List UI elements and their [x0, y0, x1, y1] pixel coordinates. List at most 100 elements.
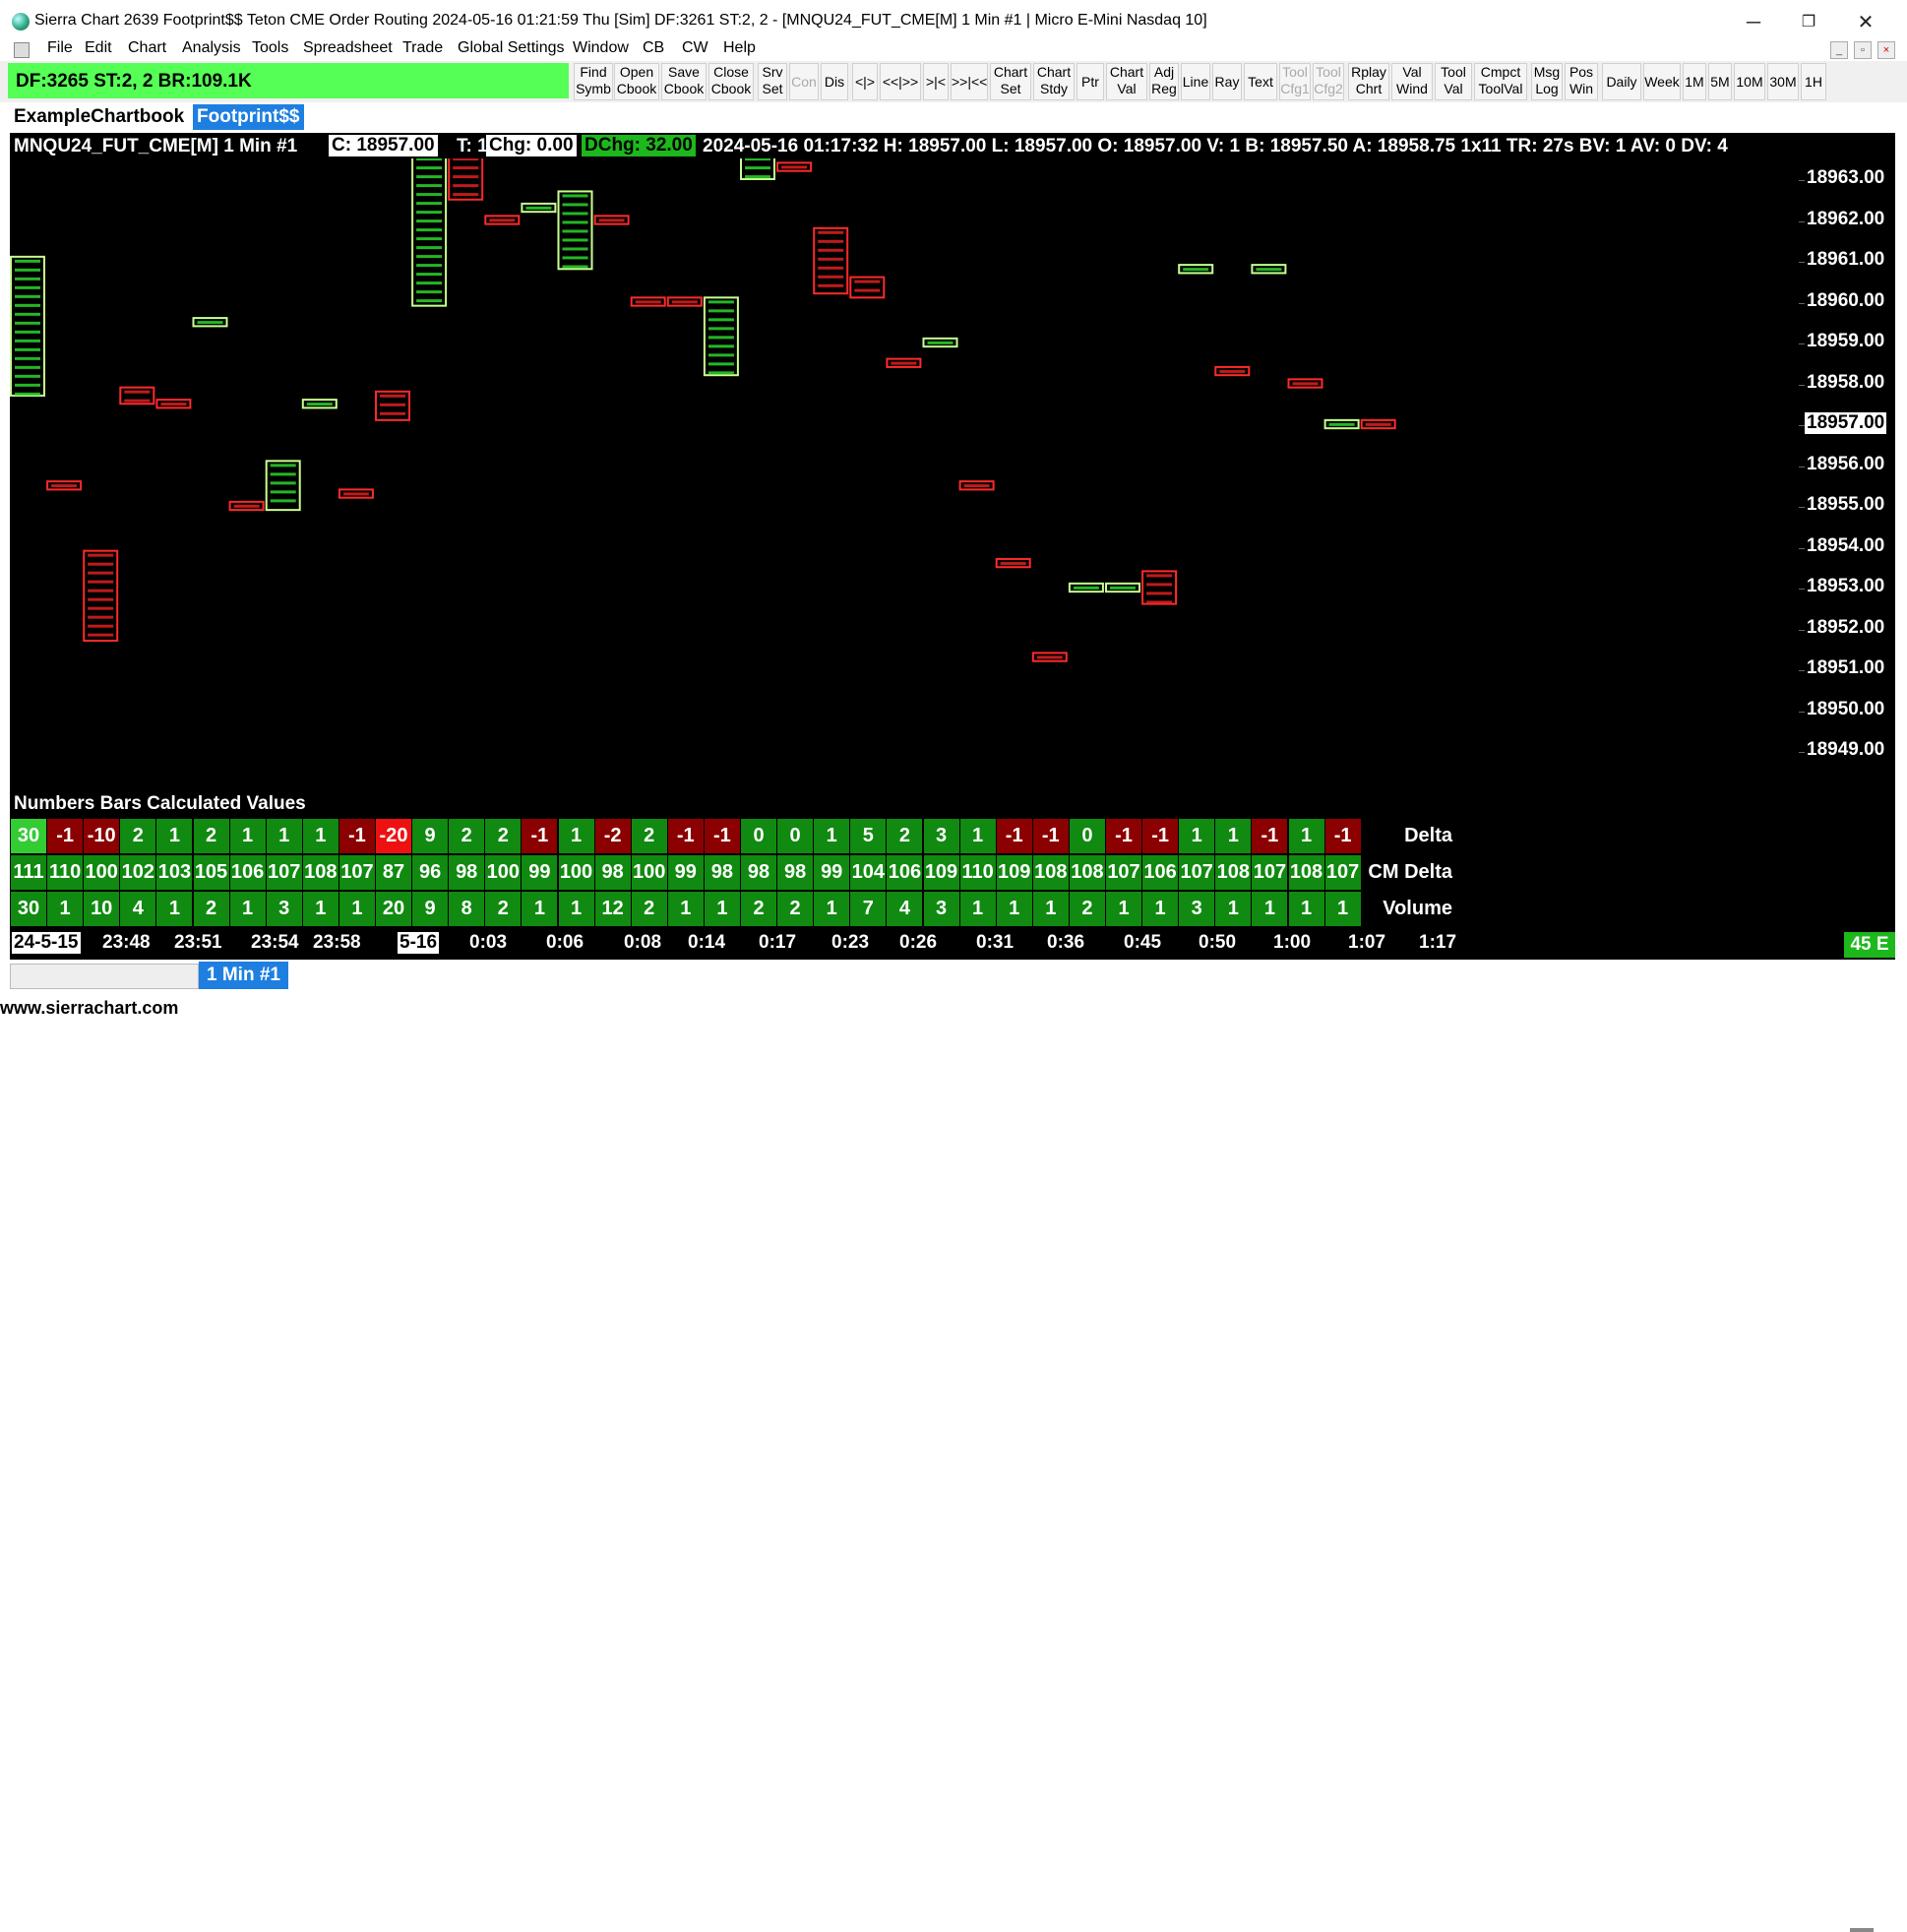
price-axis[interactable]: 18963.00 18962.00 18961.00 18960.00 18959.00… — [1799, 158, 1895, 828]
close-button[interactable]: ✕ — [1846, 8, 1885, 37]
numbers-bars-grid: 30 -1 -10 2 1 2 1 1 1 -1 -20 9 2 2 -1 1 -2 2 -1 -1 0 0 1 5 2 3 1 -1… — [10, 819, 1895, 926]
footprint-level-mark — [1146, 600, 1173, 604]
toolbar-pos-win-button[interactable]: Pos Win — [1565, 63, 1598, 100]
price-tick — [1799, 425, 1805, 426]
menu-tools[interactable]: Tools — [252, 39, 288, 57]
footprint-level-mark — [1146, 583, 1173, 587]
tab-examplechartbook[interactable]: ExampleChartbook — [10, 104, 189, 130]
mdi-close-icon[interactable]: × — [1877, 41, 1895, 59]
toolbar-daily-button[interactable]: Daily — [1602, 63, 1641, 100]
footprint-level-mark — [15, 321, 40, 325]
menu-cb[interactable]: CB — [643, 39, 664, 57]
toolbar-10m-button[interactable]: 10M — [1734, 63, 1765, 100]
footprint-level-mark — [306, 403, 333, 406]
time-label: 0:50 — [1199, 932, 1237, 953]
numbers-bars-cell-volume: 2 — [1069, 892, 1105, 926]
numbers-bars-cell-delta: -1 — [1032, 819, 1069, 853]
toolbar-ray-button[interactable]: Ray — [1212, 63, 1242, 100]
chartbook-tabs: ExampleChartbook Footprint$$ — [0, 102, 1907, 132]
toolbar-open-cbook-button[interactable]: Open Cbook — [614, 63, 659, 100]
menu-spreadsheet[interactable]: Spreadsheet — [303, 39, 393, 57]
numbers-bars-row-label: CM Delta — [1368, 861, 1452, 883]
toolbar--button[interactable]: >|< — [923, 63, 949, 100]
price-label: 18954.00 — [1807, 534, 1885, 556]
footprint-level-mark — [1183, 268, 1209, 272]
menu-global-settings[interactable]: Global Settings — [458, 39, 565, 57]
toolbar-dis-button[interactable]: Dis — [821, 63, 848, 100]
numbers-bars-cell-volume: 20 — [376, 892, 411, 926]
toolbar-chart-set-button[interactable]: Chart Set — [990, 63, 1031, 100]
chart-area[interactable]: MNQU24_FUT_CME[M] 1 Min #1 C: 18957.00 T… — [10, 133, 1895, 960]
mdi-restore-icon[interactable]: ▫ — [1854, 41, 1872, 59]
toolbar-5m-button[interactable]: 5M — [1708, 63, 1732, 100]
footprint-level-mark — [416, 219, 443, 223]
mdi-minimize-icon[interactable]: _ — [1830, 41, 1848, 59]
window-thumbnails[interactable] — [10, 964, 199, 989]
toolbar-tool-cfg1-button[interactable]: Tool Cfg1 — [1279, 63, 1311, 100]
menu-help[interactable]: Help — [723, 39, 756, 57]
footprint-level-mark — [15, 303, 40, 307]
toolbar-save-cbook-button[interactable]: Save Cbook — [661, 63, 707, 100]
toolbar-srv-set-button[interactable]: Srv Set — [758, 63, 787, 100]
toolbar-cmpct-toolval-button[interactable]: Cmpct ToolVal — [1474, 63, 1527, 100]
numbers-bars-cell-volume: 10 — [84, 892, 120, 926]
time-label: 0:23 — [831, 932, 870, 953]
footprint-level-mark — [88, 562, 114, 566]
toolbar-tool-val-button[interactable]: Tool Val — [1435, 63, 1472, 100]
numbers-bars-cell-delta: 1 — [814, 819, 850, 853]
footprint-level-mark — [453, 193, 479, 197]
toolbar-con-button[interactable]: Con — [789, 63, 819, 100]
time-label: 23:54 — [251, 932, 299, 953]
restore-button[interactable]: ❐ — [1789, 8, 1828, 37]
toolbar--button[interactable]: <|> — [852, 63, 878, 100]
toolbar-chart-val-button[interactable]: Chart Val — [1106, 63, 1147, 100]
menu-chart[interactable]: Chart — [128, 39, 166, 57]
price-label: 18961.00 — [1807, 249, 1885, 270]
toolbar-text-button[interactable]: Text — [1244, 63, 1277, 100]
footprint-level-mark — [781, 165, 808, 169]
toolbar--button[interactable]: <<|>> — [880, 63, 921, 100]
numbers-bars-cell-cm-delta: 100 — [558, 855, 594, 890]
time-label: 0:03 — [469, 932, 508, 953]
footprint-level-mark — [416, 158, 443, 161]
footprint-level-mark — [453, 175, 479, 179]
price-tick — [1799, 547, 1805, 549]
toolbar-adj-reg-button[interactable]: Adj Reg — [1149, 63, 1179, 100]
toolbar-line-button[interactable]: Line — [1181, 63, 1210, 100]
menu-trade[interactable]: Trade — [402, 39, 443, 57]
menu-file[interactable]: File — [47, 39, 73, 57]
footprint-level-mark — [15, 356, 40, 360]
minimize-button[interactable]: ─ — [1734, 8, 1773, 37]
toolbar-close-cbook-button[interactable]: Close Cbook — [708, 63, 754, 100]
menu-edit[interactable]: Edit — [85, 39, 112, 57]
toolbar-1m-button[interactable]: 1M — [1683, 63, 1706, 100]
toolbar-rplay-chrt-button[interactable]: Rplay Chrt — [1348, 63, 1389, 100]
price-tick — [1799, 670, 1805, 671]
tab-1-min[interactable]: 1 Min #1 — [199, 962, 288, 989]
numbers-bars-cell-volume: 2 — [631, 892, 667, 926]
toolbar-week-button[interactable]: Week — [1643, 63, 1681, 100]
toolbar--button[interactable]: >>|<< — [951, 63, 988, 100]
scroll-handle[interactable] — [1850, 1928, 1874, 1932]
toolbar-find-symb-button[interactable]: Find Symb — [574, 63, 613, 100]
toolbar-1h-button[interactable]: 1H — [1801, 63, 1826, 100]
toolbar-ptr-button[interactable]: Ptr — [1077, 63, 1104, 100]
toolbar-val-wind-button[interactable]: Val Wind — [1391, 63, 1433, 100]
numbers-bars-cell-delta: 2 — [887, 819, 923, 853]
toolbar-30m-button[interactable]: 30M — [1767, 63, 1799, 100]
tab-footprint[interactable]: Footprint$$ — [193, 104, 304, 130]
price-label: 18962.00 — [1807, 208, 1885, 229]
menu-cw[interactable]: CW — [682, 39, 708, 57]
footprint-level-mark — [707, 344, 734, 348]
footprint-level-mark — [416, 264, 443, 268]
toolbar-chart-stdy-button[interactable]: Chart Stdy — [1033, 63, 1075, 100]
toolbar-tool-cfg2-button[interactable]: Tool Cfg2 — [1313, 63, 1344, 100]
numbers-bars-cell-delta: 1 — [229, 819, 266, 853]
footprint-level-mark — [1146, 592, 1173, 595]
footprint-level-mark — [562, 238, 588, 242]
footprint-level-mark — [15, 285, 40, 289]
menu-analysis[interactable]: Analysis — [182, 39, 241, 57]
menu-window[interactable]: Window — [573, 39, 629, 57]
toolbar-msg-log-button[interactable]: Msg Log — [1531, 63, 1563, 100]
chart-window-icon[interactable] — [14, 42, 30, 58]
